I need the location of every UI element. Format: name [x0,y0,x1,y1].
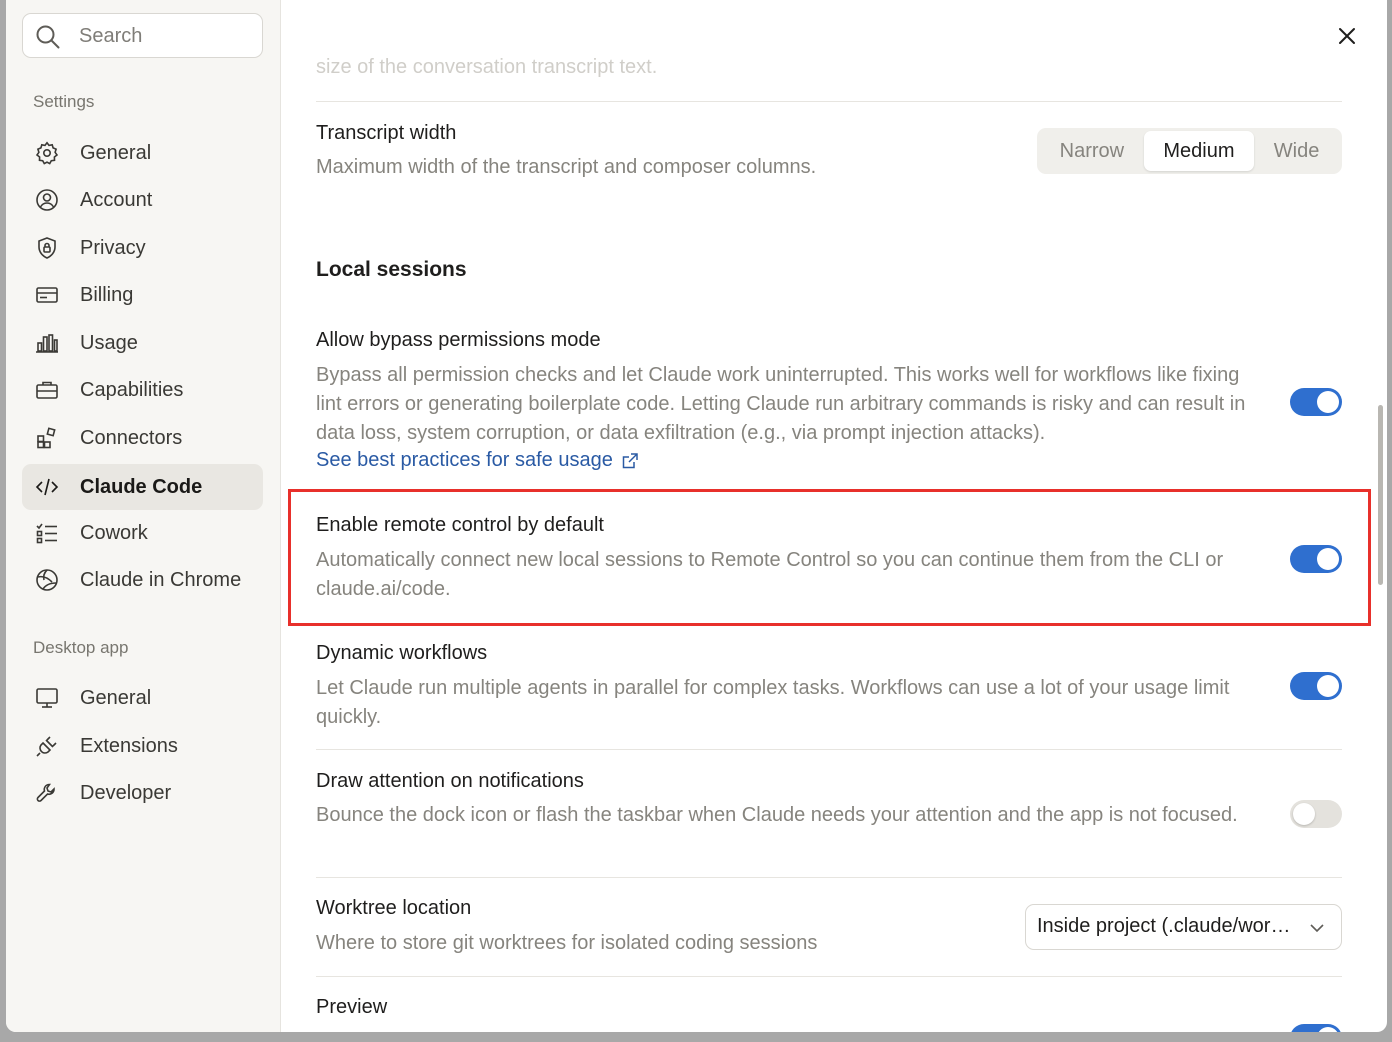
sidebar-item-billing[interactable]: Billing [22,272,263,318]
bypass-permissions-toggle[interactable] [1290,388,1342,416]
sidebar-item-label: Billing [80,283,134,306]
sidebar-item-label: Cowork [80,521,148,544]
sidebar-item-account[interactable]: Account [22,177,263,223]
wrench-icon [36,783,55,802]
transcript-width-title: Transcript width [316,122,457,144]
divider [316,877,1342,878]
dynamic-workflows-title: Dynamic workflows [316,642,488,664]
remote-control-toggle[interactable] [1290,545,1342,573]
toggle-knob [1317,391,1339,413]
worktree-location-value: Inside project (.claude/worktrees) [1037,915,1292,937]
transcript-width-medium[interactable]: Medium [1143,131,1255,171]
scrollbar[interactable] [1378,405,1383,585]
sidebar-item-label: Usage [80,331,138,354]
toggle-knob [1317,1027,1339,1032]
settings-section-label: Settings [33,92,95,111]
draw-attention-toggle[interactable] [1290,800,1342,828]
divider [316,101,1342,102]
divider [316,749,1342,750]
sidebar-item-label: Connectors [80,426,183,449]
search-input[interactable] [79,24,249,48]
sidebar-item-general[interactable]: General [22,130,263,176]
sidebar-item-label: General [80,141,152,164]
blocks-icon [37,427,56,449]
external-link-icon [622,452,638,468]
sidebar-item-cowork[interactable]: Cowork [22,510,263,556]
sidebar: Settings General Account Privacy [6,0,281,1032]
remote-control-title: Enable remote control by default [316,514,604,536]
sidebar-item-claude-in-chrome[interactable]: Claude in Chrome [22,557,263,603]
sidebar-item-label: Capabilities [80,378,184,401]
sidebar-item-capabilities[interactable]: Capabilities [22,367,263,413]
chevron-down-icon [1310,924,1324,933]
code-icon [35,478,59,496]
plug-icon [36,736,57,757]
dynamic-workflows-toggle[interactable] [1290,672,1342,700]
faded-description: size of the conversation transcript text… [316,56,658,78]
bar-chart-icon [36,334,58,353]
toggle-knob [1317,548,1339,570]
user-circle-icon [36,189,58,211]
transcript-width-wide[interactable]: Wide [1254,131,1339,171]
settings-window: Settings General Account Privacy [6,0,1387,1032]
sidebar-item-extensions[interactable]: Extensions [22,723,263,769]
close-icon[interactable] [1333,22,1361,50]
sidebar-item-desktop-general[interactable]: General [22,675,263,721]
preview-title: Preview [316,996,388,1018]
sidebar-item-label: General [80,686,152,709]
briefcase-icon [36,381,58,399]
divider [316,976,1342,977]
remote-control-description: Automatically connect new local sessions… [316,549,1224,600]
safe-usage-link-label: See best practices for safe usage [316,449,613,471]
sidebar-item-label: Claude Code [80,475,203,498]
draw-attention-title: Draw attention on notifications [316,770,584,792]
search-icon [36,25,60,49]
sidebar-item-label: Privacy [80,236,146,259]
sidebar-item-claude-code[interactable]: Claude Code [22,464,263,510]
checklist-icon [36,523,57,544]
bypass-permissions-description: Bypass all permission checks and let Cla… [316,364,1246,444]
settings-content: size of the conversation transcript text… [282,0,1387,1032]
draw-attention-description: Bounce the dock icon or flash the taskba… [316,804,1238,826]
gear-icon [35,141,59,165]
transcript-width-segmented-control: Narrow Medium Wide [1037,128,1342,174]
dynamic-workflows-description: Let Claude run multiple agents in parall… [316,677,1230,728]
shield-lock-icon [38,237,56,259]
search-box[interactable] [22,13,263,58]
sidebar-item-privacy[interactable]: Privacy [22,225,263,271]
sidebar-item-label: Developer [80,781,172,804]
safe-usage-link[interactable]: See best practices for safe usage [316,449,639,472]
bypass-permissions-title: Allow bypass permissions mode [316,329,601,351]
worktree-location-title: Worktree location [316,897,472,919]
monitor-icon [36,688,58,708]
toggle-knob [1293,803,1315,825]
preview-toggle[interactable] [1290,1024,1342,1032]
transcript-width-narrow[interactable]: Narrow [1040,131,1144,171]
worktree-location-select[interactable]: Inside project (.claude/worktrees) [1025,904,1342,950]
globe-icon [36,569,58,591]
sidebar-item-label: Account [80,188,153,211]
sidebar-item-usage[interactable]: Usage [22,320,263,366]
sidebar-item-label: Claude in Chrome [80,568,242,591]
sidebar-item-developer[interactable]: Developer [22,770,263,816]
sidebar-item-label: Extensions [80,734,178,757]
desktop-app-section-label: Desktop app [33,638,129,657]
local-sessions-heading: Local sessions [316,258,467,281]
toggle-knob [1317,675,1339,697]
credit-card-icon [36,287,58,303]
sidebar-item-connectors[interactable]: Connectors [22,415,263,461]
